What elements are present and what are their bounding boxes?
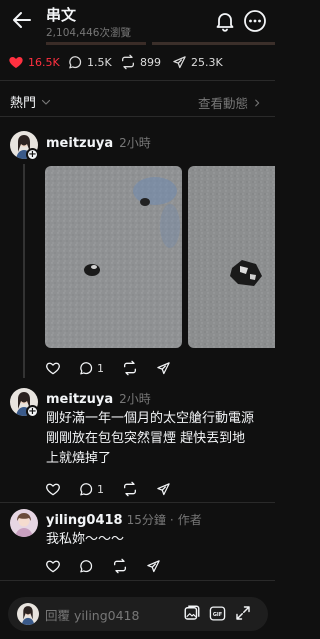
reply-button[interactable]: 1	[79, 361, 104, 376]
divider	[0, 80, 275, 81]
image-preview-strip	[152, 42, 275, 45]
post-photo[interactable]	[45, 166, 182, 348]
comment-icon	[80, 559, 93, 572]
post-actions	[45, 558, 161, 574]
share-count[interactable]: 25.3K	[172, 53, 223, 71]
repost-icon	[124, 360, 136, 376]
divider	[0, 116, 275, 117]
gif-icon[interactable]: GIF	[209, 605, 226, 622]
repost-button[interactable]	[122, 360, 138, 376]
send-icon	[157, 482, 170, 495]
avatar[interactable]	[10, 509, 38, 537]
gallery-icon[interactable]	[183, 604, 201, 622]
image-preview-strip	[46, 42, 146, 45]
reply-button[interactable]: 1	[79, 482, 104, 497]
chevron-down-icon	[41, 99, 51, 105]
post-text: 我私妳〜〜〜	[46, 532, 125, 547]
back-arrow-icon[interactable]	[10, 8, 34, 32]
repost-icon	[124, 481, 136, 497]
divider	[0, 580, 275, 581]
share-button[interactable]	[156, 361, 171, 376]
like-button[interactable]	[45, 558, 61, 574]
send-icon	[173, 55, 186, 68]
follow-plus-icon[interactable]: +	[26, 148, 39, 161]
svg-text:GIF: GIF	[213, 612, 222, 618]
heart-icon	[46, 483, 60, 496]
post-text: 剛好滿一年一個月的太空艙行動電源 剛剛放在包包突然冒煙 趕快丟到地 上就燒掉了	[46, 411, 255, 466]
bell-icon[interactable]	[213, 9, 237, 33]
post-actions: 1	[45, 481, 171, 497]
heart-filled-icon	[9, 57, 23, 68]
share-button[interactable]	[156, 482, 171, 497]
share-button[interactable]	[146, 559, 161, 574]
thread-line	[23, 164, 25, 378]
username[interactable]: meitzuya	[46, 392, 113, 407]
repost-count[interactable]: 899	[120, 53, 161, 71]
timestamp: 2小時	[119, 392, 151, 406]
comment-icon	[69, 55, 82, 68]
send-icon	[147, 559, 160, 572]
view-activity-link[interactable]: 查看動態	[198, 93, 262, 112]
follow-plus-icon[interactable]: +	[26, 405, 39, 418]
like-button[interactable]	[45, 481, 61, 497]
page-title: 串文	[46, 6, 77, 24]
separator-dot: ·	[169, 513, 174, 527]
username[interactable]: meitzuya	[46, 136, 113, 151]
timestamp: 15分鐘	[126, 513, 166, 527]
comment-icon	[80, 482, 93, 495]
reply-button[interactable]	[79, 559, 94, 574]
sort-dropdown[interactable]: 熱門	[10, 92, 52, 111]
repost-button[interactable]	[112, 558, 128, 574]
divider	[0, 502, 275, 503]
author-badge: 作者	[177, 513, 202, 527]
comment-icon	[80, 361, 93, 374]
send-icon	[157, 361, 170, 374]
heart-icon	[46, 362, 60, 375]
repost-icon	[122, 54, 134, 70]
more-options-icon[interactable]	[243, 9, 267, 33]
my-avatar	[17, 603, 39, 625]
repost-button[interactable]	[122, 481, 138, 497]
like-count[interactable]: 16.5K	[8, 53, 60, 71]
reply-input-placeholder[interactable]: 回覆 yiling0418	[45, 605, 139, 624]
like-button[interactable]	[45, 360, 61, 376]
expand-icon[interactable]	[234, 604, 252, 622]
reply-count[interactable]: 1.5K	[68, 53, 112, 71]
repost-icon	[114, 558, 126, 574]
view-count: 2,104,446次瀏覽	[46, 27, 131, 39]
post-photo[interactable]	[188, 166, 275, 348]
timestamp: 2小時	[119, 136, 151, 150]
chevron-right-icon	[255, 99, 260, 106]
post-actions: 1	[45, 360, 171, 376]
username[interactable]: yiling0418	[46, 513, 123, 528]
heart-icon	[46, 560, 60, 573]
